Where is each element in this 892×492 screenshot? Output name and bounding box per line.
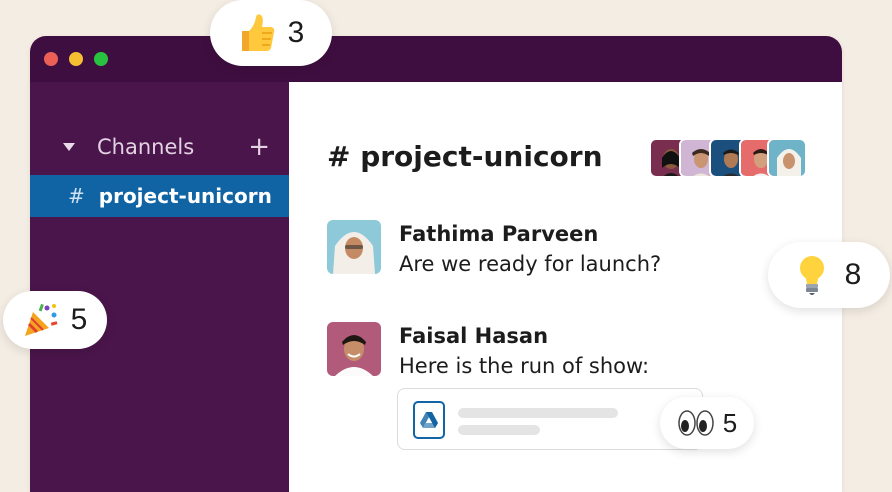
sidebar: Channels + # project-unicorn bbox=[30, 82, 289, 492]
title-bar bbox=[30, 36, 842, 82]
avatar[interactable] bbox=[327, 220, 381, 274]
reaction-count: 5 bbox=[70, 303, 88, 336]
sender-name[interactable]: Fathima Parveen bbox=[399, 222, 598, 246]
channels-section-title: Channels bbox=[97, 135, 195, 159]
hash-icon: # bbox=[68, 184, 85, 208]
light-bulb-icon bbox=[797, 254, 827, 296]
channel-title: # project-unicorn bbox=[327, 140, 603, 173]
message-text: Are we ready for launch? bbox=[399, 252, 662, 276]
message-item[interactable]: Fathima Parveen Are we ready for launch? bbox=[327, 220, 797, 290]
party-popper-icon bbox=[23, 302, 59, 338]
reaction-light-bulb[interactable]: 8 bbox=[768, 242, 890, 308]
reaction-party[interactable]: 5 bbox=[3, 291, 107, 349]
reaction-thumbs-up[interactable]: 3 bbox=[210, 0, 332, 66]
thumbs-up-icon bbox=[238, 13, 276, 53]
file-subtitle-placeholder bbox=[458, 425, 540, 435]
channel-name: project-unicorn bbox=[98, 184, 272, 208]
google-drive-icon bbox=[413, 401, 445, 439]
plus-icon[interactable]: + bbox=[248, 134, 270, 160]
channel-view: # project-unicorn Fathima Parveen Are we… bbox=[289, 82, 842, 492]
minimize-window-button[interactable] bbox=[69, 52, 83, 66]
file-attachment[interactable] bbox=[397, 388, 703, 450]
channel-members-button[interactable] bbox=[649, 138, 807, 178]
reaction-count: 8 bbox=[844, 258, 862, 291]
sidebar-item-project-unicorn[interactable]: # project-unicorn bbox=[30, 175, 289, 217]
eyes-icon bbox=[677, 409, 715, 437]
reaction-count: 5 bbox=[722, 407, 738, 438]
channels-section-header[interactable]: Channels + bbox=[60, 132, 270, 162]
member-avatar bbox=[767, 138, 807, 178]
message-text: Here is the run of show: bbox=[399, 354, 650, 378]
reaction-eyes[interactable]: 5 bbox=[660, 397, 754, 449]
caret-down-icon[interactable] bbox=[63, 143, 75, 151]
file-title-placeholder bbox=[458, 408, 618, 418]
zoom-window-button[interactable] bbox=[94, 52, 108, 66]
avatar[interactable] bbox=[327, 322, 381, 376]
sender-name[interactable]: Faisal Hasan bbox=[399, 324, 548, 348]
close-window-button[interactable] bbox=[44, 52, 58, 66]
message-item[interactable]: Faisal Hasan Here is the run of show: bbox=[327, 322, 797, 392]
reaction-count: 3 bbox=[287, 16, 305, 49]
